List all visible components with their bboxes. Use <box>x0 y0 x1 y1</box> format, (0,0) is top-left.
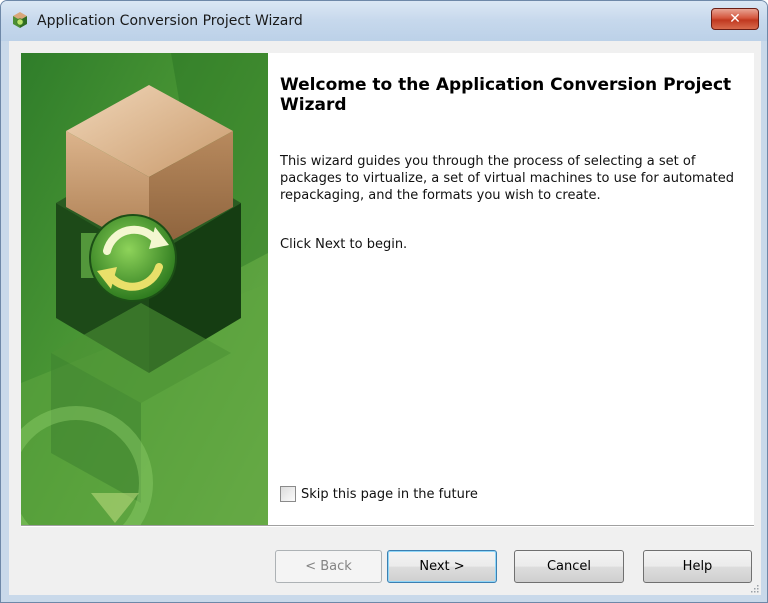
footer-separator <box>21 525 754 527</box>
cancel-button[interactable]: Cancel <box>514 550 624 583</box>
close-icon: ✕ <box>729 11 741 27</box>
skip-page-checkbox-row[interactable]: Skip this page in the future <box>280 485 478 503</box>
skip-page-checkbox[interactable] <box>280 486 296 502</box>
help-button[interactable]: Help <box>643 550 752 583</box>
page-description: This wizard guides you through the proce… <box>280 154 735 203</box>
back-button[interactable]: < Back <box>275 550 382 583</box>
page-title: Welcome to the Application Conversion Pr… <box>280 75 732 115</box>
banner-graphic <box>21 53 268 525</box>
wizard-box-icon <box>13 12 27 28</box>
dialog-body: Welcome to the Application Conversion Pr… <box>9 41 761 595</box>
title-bar[interactable]: Application Conversion Project Wizard ✕ <box>1 1 767 41</box>
resize-grip-icon[interactable] <box>749 583 759 593</box>
wizard-banner-image <box>21 53 268 525</box>
skip-page-label[interactable]: Skip this page in the future <box>301 487 478 502</box>
welcome-panel: Welcome to the Application Conversion Pr… <box>268 53 754 525</box>
next-button[interactable]: Next > <box>387 550 497 583</box>
window-title: Application Conversion Project Wizard <box>37 13 303 29</box>
wizard-window: Application Conversion Project Wizard ✕ <box>0 0 768 603</box>
close-button[interactable]: ✕ <box>711 8 759 30</box>
page-hint: Click Next to begin. <box>280 237 408 252</box>
